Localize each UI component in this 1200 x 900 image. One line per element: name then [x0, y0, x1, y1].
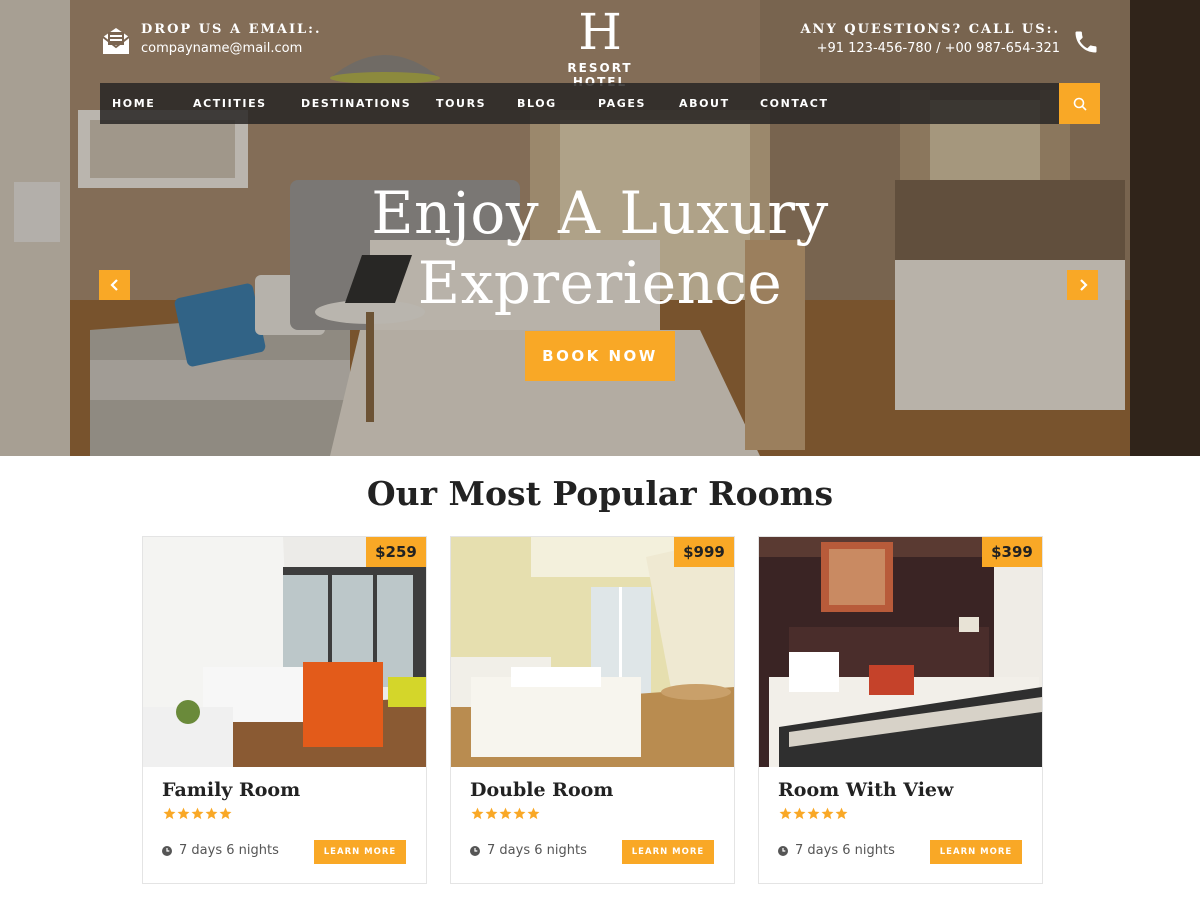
duration-text: 7 days 6 nights: [179, 843, 279, 858]
star-rating: [163, 807, 232, 820]
learn-more-button[interactable]: LEARN MORE: [314, 840, 406, 864]
chevron-right-icon: [1079, 279, 1088, 291]
nav-pages[interactable]: PAGES: [598, 83, 646, 124]
star-icon: [807, 807, 820, 820]
stay-duration: 7 days 6 nights: [470, 843, 587, 858]
star-rating: [779, 807, 848, 820]
star-icon: [821, 807, 834, 820]
nav-tours[interactable]: TOURS: [436, 83, 486, 124]
price-badge: $999: [674, 537, 734, 567]
room-card: $999 Double Room 7 days 6 nights LEARN M…: [450, 536, 735, 884]
price-badge: $259: [366, 537, 426, 567]
nav-contact[interactable]: CONTACT: [760, 83, 829, 124]
star-icon: [835, 807, 848, 820]
mail-icon: [102, 28, 130, 54]
slider-prev-button[interactable]: [99, 270, 130, 300]
room-card: $399 Room With View 7 days 6 nights LEAR…: [758, 536, 1043, 884]
nav-activities[interactable]: ACTIITIES: [193, 83, 267, 124]
duration-text: 7 days 6 nights: [487, 843, 587, 858]
room-title[interactable]: Room With View: [778, 779, 953, 801]
nav-home[interactable]: HOME: [112, 83, 155, 124]
stay-duration: 7 days 6 nights: [778, 843, 895, 858]
email-contact: DROP US A EMAIL:. compayname@mail.com: [100, 22, 322, 57]
room-card: $259 Family Room 7 days 6 nights LEARN M…: [142, 536, 427, 884]
star-icon: [793, 807, 806, 820]
book-now-button[interactable]: BOOK NOW: [525, 331, 675, 381]
star-icon: [779, 807, 792, 820]
chevron-left-icon: [109, 279, 118, 291]
logo-letter: H: [578, 3, 622, 61]
clock-icon: [470, 845, 480, 856]
hotel-logo[interactable]: H RESORT HOTEL: [538, 6, 662, 89]
phone-contact: ANY QUESTIONS? CALL US:. +91 123-456-780…: [800, 22, 1100, 56]
email-address-link[interactable]: compayname@mail.com: [141, 41, 322, 56]
room-title[interactable]: Double Room: [470, 779, 613, 801]
search-icon: [1073, 97, 1087, 111]
star-icon: [513, 807, 526, 820]
top-bar: DROP US A EMAIL:. compayname@mail.com H …: [100, 0, 1100, 89]
price-badge: $399: [982, 537, 1042, 567]
phone-icon: [1075, 31, 1097, 53]
star-icon: [527, 807, 540, 820]
nav-blog[interactable]: BLOG: [517, 83, 557, 124]
room-photo[interactable]: [143, 537, 426, 767]
main-navigation: HOME ACTIITIES DESTINATIONS TOURS BLOG P…: [100, 83, 1100, 124]
star-icon: [163, 807, 176, 820]
rooms-section-title: Our Most Popular Rooms: [366, 474, 834, 513]
phone-numbers-link[interactable]: +91 123-456-780 / +00 987-654-321: [800, 41, 1060, 56]
hero-banner: DROP US A EMAIL:. compayname@mail.com H …: [0, 0, 1200, 456]
room-photo[interactable]: [759, 537, 1042, 767]
nav-about[interactable]: ABOUT: [679, 83, 730, 124]
room-photo[interactable]: [451, 537, 734, 767]
star-icon: [191, 807, 204, 820]
learn-more-button[interactable]: LEARN MORE: [622, 840, 714, 864]
slider-next-button[interactable]: [1067, 270, 1098, 300]
nav-destinations[interactable]: DESTINATIONS: [301, 83, 411, 124]
duration-text: 7 days 6 nights: [795, 843, 895, 858]
search-button[interactable]: [1059, 83, 1100, 124]
star-icon: [485, 807, 498, 820]
clock-icon: [778, 845, 788, 856]
star-icon: [219, 807, 232, 820]
hero-title-line-2: Exprerience: [417, 249, 783, 317]
room-title[interactable]: Family Room: [162, 779, 300, 801]
learn-more-button[interactable]: LEARN MORE: [930, 840, 1022, 864]
email-title: DROP US A EMAIL:.: [141, 22, 322, 37]
star-icon: [471, 807, 484, 820]
stay-duration: 7 days 6 nights: [162, 843, 279, 858]
star-icon: [177, 807, 190, 820]
clock-icon: [162, 845, 172, 856]
hero-title-line-1: Enjoy A Luxury: [371, 179, 829, 247]
star-rating: [471, 807, 540, 820]
phone-title: ANY QUESTIONS? CALL US:.: [800, 22, 1060, 37]
star-icon: [499, 807, 512, 820]
hero-title: Enjoy A Luxury Exprerience: [250, 178, 950, 318]
star-icon: [205, 807, 218, 820]
